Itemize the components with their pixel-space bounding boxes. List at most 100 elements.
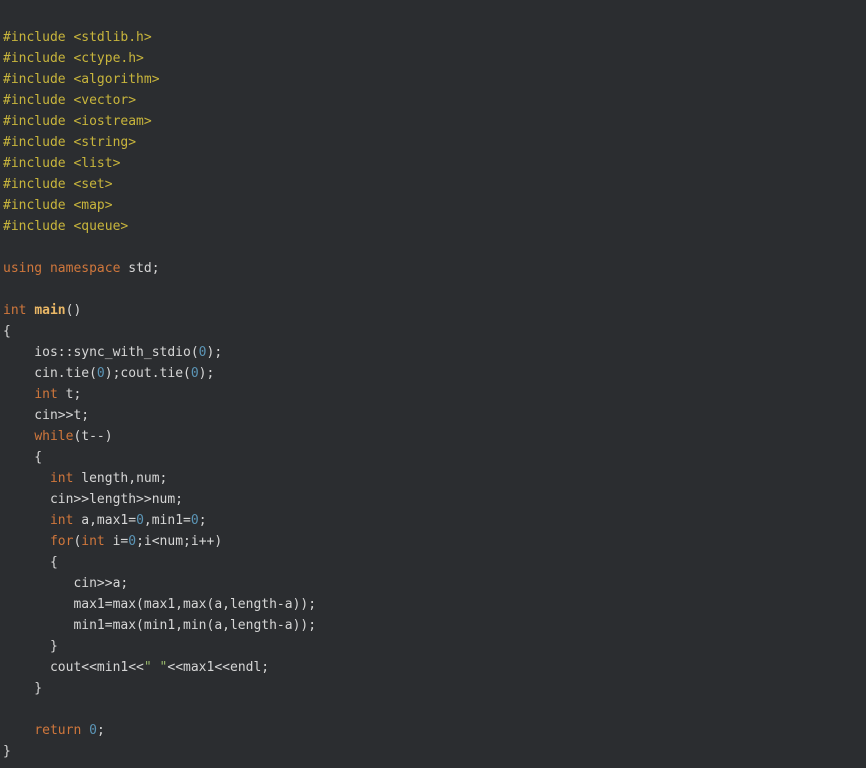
code-token: int <box>49 471 74 486</box>
code-line: #include <queue> <box>3 216 866 237</box>
code-line: int length,num; <box>3 468 866 489</box>
code-token: ios::sync_with_stdio( <box>3 345 199 360</box>
code-token: { <box>3 555 58 570</box>
code-line: int t; <box>3 384 866 405</box>
code-token: cin.tie( <box>3 366 97 381</box>
code-token: ,min1= <box>143 513 191 528</box>
code-token: 0 <box>136 513 144 528</box>
code-token: t; <box>57 387 82 402</box>
code-token: { <box>3 324 11 339</box>
code-line: #include <string> <box>3 132 866 153</box>
code-token: ); <box>206 345 223 360</box>
code-token: #include <vector> <box>3 93 137 108</box>
code-line: while(t--) <box>3 426 866 447</box>
code-line: for(int i=0;i<num;i++) <box>3 531 866 552</box>
code-token: } <box>3 744 11 759</box>
code-token: #include <queue> <box>3 219 129 234</box>
code-line: return 0; <box>3 720 866 741</box>
code-token: 0 <box>190 513 199 528</box>
code-line: #include <iostream> <box>3 111 866 132</box>
code-line: #include <algorithm> <box>3 69 866 90</box>
code-line: int main() <box>3 300 866 321</box>
code-token: namespace <box>49 261 121 276</box>
code-token: #include <string> <box>3 135 137 150</box>
code-token: " " <box>143 660 168 675</box>
code-editor[interactable]: #include <stdlib.h> #include <ctype.h> #in… <box>0 0 866 768</box>
code-token: 0 <box>198 345 207 360</box>
code-line: max1=max(max1,max(a,length-a)); <box>3 594 866 615</box>
code-token: () <box>65 303 82 318</box>
code-token: int <box>3 303 27 318</box>
code-line: min1=max(min1,min(a,length-a)); <box>3 615 866 636</box>
code-token: for <box>49 534 74 549</box>
code-line: cin>>length>>num; <box>3 489 866 510</box>
code-line: { <box>3 552 866 573</box>
code-line: #include <ctype.h> <box>3 48 866 69</box>
code-token: #include <set> <box>3 177 113 192</box>
code-line: cin.tie(0);cout.tie(0); <box>3 363 866 384</box>
code-token: } <box>3 681 43 696</box>
code-token: std; <box>120 261 160 276</box>
code-token: return <box>34 723 82 738</box>
code-token: <<max1<<endl; <box>167 660 270 675</box>
code-line: } <box>3 636 866 657</box>
code-line: ios::sync_with_stdio(0); <box>3 342 866 363</box>
code-token: #include <iostream> <box>3 114 152 129</box>
code-token: length,num; <box>73 471 168 486</box>
code-line: #include <map> <box>3 195 866 216</box>
code-line: } <box>3 678 866 699</box>
code-token: int <box>81 534 105 549</box>
code-token: cin>>length>>num; <box>3 492 184 507</box>
code-line: #include <list> <box>3 153 866 174</box>
code-line: cin>>t; <box>3 405 866 426</box>
code-token: );cout.tie( <box>104 366 191 381</box>
code-token: max1=max(max1,max(a,length-a)); <box>3 597 317 612</box>
code-token: #include <ctype.h> <box>3 51 144 66</box>
code-token: { <box>3 450 43 465</box>
code-token: a,max1= <box>73 513 137 528</box>
code-token: ; <box>96 723 105 738</box>
code-token: main <box>34 303 66 318</box>
code-token: } <box>3 639 58 654</box>
code-token: int <box>34 387 58 402</box>
code-token: min1=max(min1,min(a,length-a)); <box>3 618 317 633</box>
code-token: cin>>t; <box>3 408 90 423</box>
code-token: i= <box>104 534 129 549</box>
code-token: 0 <box>96 366 105 381</box>
code-token: ;i<num;i++) <box>136 534 223 549</box>
code-token: ); <box>198 366 215 381</box>
code-token: cout<<min1<< <box>3 660 144 675</box>
code-line: #include <stdlib.h> <box>3 27 866 48</box>
code-line: int a,max1=0,min1=0; <box>3 510 866 531</box>
code-token: #include <list> <box>3 156 121 171</box>
code-token: 0 <box>89 723 97 738</box>
code-block: #include <stdlib.h> #include <ctype.h> #in… <box>3 27 866 762</box>
code-line: } <box>3 741 866 762</box>
code-token: cin>>a; <box>3 576 129 591</box>
code-token: #include <map> <box>3 198 113 213</box>
code-token: while <box>34 429 74 444</box>
code-line: #include <vector> <box>3 90 866 111</box>
code-line: { <box>3 321 866 342</box>
code-line: cin>>a; <box>3 573 866 594</box>
code-token: 0 <box>128 534 137 549</box>
code-token: using <box>3 261 43 276</box>
code-token: (t--) <box>73 429 113 444</box>
code-token: #include <stdlib.h> <box>3 30 152 45</box>
code-line: using namespace std; <box>3 258 866 279</box>
code-line: #include <set> <box>3 174 866 195</box>
code-token: int <box>49 513 74 528</box>
code-line: cout<<min1<<" "<<max1<<endl; <box>3 657 866 678</box>
code-token: 0 <box>190 366 199 381</box>
